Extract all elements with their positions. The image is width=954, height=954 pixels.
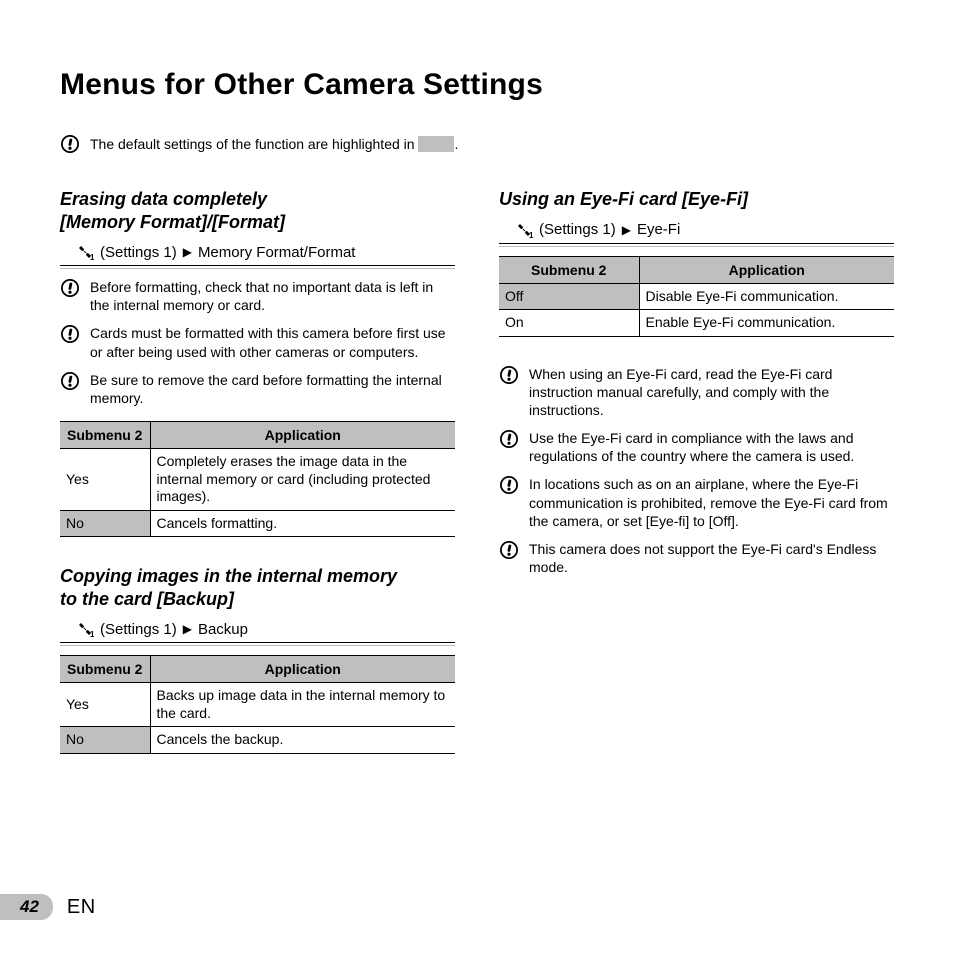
page-footer: 42 EN <box>0 894 96 920</box>
settings-icon <box>76 620 94 638</box>
page-language: EN <box>67 896 96 919</box>
alert-icon <box>499 429 519 449</box>
note-item: Be sure to remove the card before format… <box>60 371 455 407</box>
section-erase: Erasing data completely [Memory Format]/… <box>60 188 455 537</box>
cell-app: Disable Eye-Fi communication. <box>639 283 894 310</box>
alert-icon <box>60 278 80 298</box>
cell-key: Yes <box>60 449 150 511</box>
cell-app: Completely erases the image data in the … <box>150 449 455 511</box>
cell-key: Yes <box>60 683 150 727</box>
section-backup: Copying images in the internal memory to… <box>60 565 455 754</box>
cell-key: On <box>499 310 639 337</box>
cell-app: Cancels formatting. <box>150 510 455 537</box>
alert-icon <box>499 365 519 385</box>
alert-icon <box>499 475 519 495</box>
note-item: This camera does not support the Eye-Fi … <box>499 540 894 576</box>
section-eyefi: Using an Eye-Fi card [Eye-Fi] (Settings … <box>499 188 894 576</box>
breadcrumb-item: Eye-Fi <box>637 221 680 238</box>
table-row: No Cancels the backup. <box>60 727 455 754</box>
alert-icon <box>499 540 519 560</box>
cell-app: Cancels the backup. <box>150 727 455 754</box>
breadcrumb-group: (Settings 1) <box>539 221 616 238</box>
table-backup: Submenu 2 Application Yes Backs up image… <box>60 655 455 754</box>
note-item: When using an Eye-Fi card, read the Eye-… <box>499 365 894 420</box>
note-item: Use the Eye-Fi card in compliance with t… <box>499 429 894 465</box>
chevron-right-icon: ▶ <box>183 622 192 636</box>
section-title-eyefi: Using an Eye-Fi card [Eye-Fi] <box>499 188 894 211</box>
note-item: In locations such as on an airplane, whe… <box>499 475 894 530</box>
breadcrumb-group: (Settings 1) <box>100 244 177 261</box>
note-item: Cards must be formatted with this camera… <box>60 324 455 360</box>
cell-key-default: No <box>60 510 150 537</box>
breadcrumb-eyefi: (Settings 1) ▶ Eye-Fi <box>499 219 894 244</box>
settings-icon <box>515 221 533 239</box>
cell-key-default: No <box>60 727 150 754</box>
table-eyefi: Submenu 2 Application Off Disable Eye-Fi… <box>499 256 894 337</box>
breadcrumb-group: (Settings 1) <box>100 621 177 638</box>
table-row: Yes Backs up image data in the internal … <box>60 683 455 727</box>
table-row: No Cancels formatting. <box>60 510 455 537</box>
page-title: Menus for Other Camera Settings <box>60 68 894 102</box>
table-header-row: Submenu 2 Application <box>499 256 894 283</box>
section-title-backup: Copying images in the internal memory to… <box>60 565 455 610</box>
col-submenu2: Submenu 2 <box>499 256 639 283</box>
table-row: Off Disable Eye-Fi communication. <box>499 283 894 310</box>
settings-icon <box>76 243 94 261</box>
breadcrumb-item: Backup <box>198 621 248 638</box>
note-item: Before formatting, check that no importa… <box>60 278 455 314</box>
highlight-swatch <box>418 136 454 152</box>
page-number: 42 <box>0 894 53 920</box>
cell-app: Backs up image data in the internal memo… <box>150 683 455 727</box>
table-erase: Submenu 2 Application Yes Completely era… <box>60 421 455 537</box>
alert-icon <box>60 371 80 391</box>
breadcrumb-backup: (Settings 1) ▶ Backup <box>60 618 455 643</box>
table-header-row: Submenu 2 Application <box>60 656 455 683</box>
note-text: The default settings of the function are… <box>90 136 458 152</box>
breadcrumb-erase: (Settings 1) ▶ Memory Format/Format <box>60 241 455 266</box>
col-submenu2: Submenu 2 <box>60 656 150 683</box>
table-row: Yes Completely erases the image data in … <box>60 449 455 511</box>
breadcrumb-item: Memory Format/Format <box>198 244 356 261</box>
alert-icon <box>60 324 80 344</box>
chevron-right-icon: ▶ <box>183 245 192 259</box>
cell-key-default: Off <box>499 283 639 310</box>
table-row: On Enable Eye-Fi communication. <box>499 310 894 337</box>
col-submenu2: Submenu 2 <box>60 422 150 449</box>
col-application: Application <box>150 422 455 449</box>
col-application: Application <box>639 256 894 283</box>
alert-icon <box>60 134 80 154</box>
chevron-right-icon: ▶ <box>622 223 631 237</box>
table-header-row: Submenu 2 Application <box>60 422 455 449</box>
cell-app: Enable Eye-Fi communication. <box>639 310 894 337</box>
default-highlight-note: The default settings of the function are… <box>60 134 894 154</box>
section-title-erase: Erasing data completely [Memory Format]/… <box>60 188 455 233</box>
col-application: Application <box>150 656 455 683</box>
